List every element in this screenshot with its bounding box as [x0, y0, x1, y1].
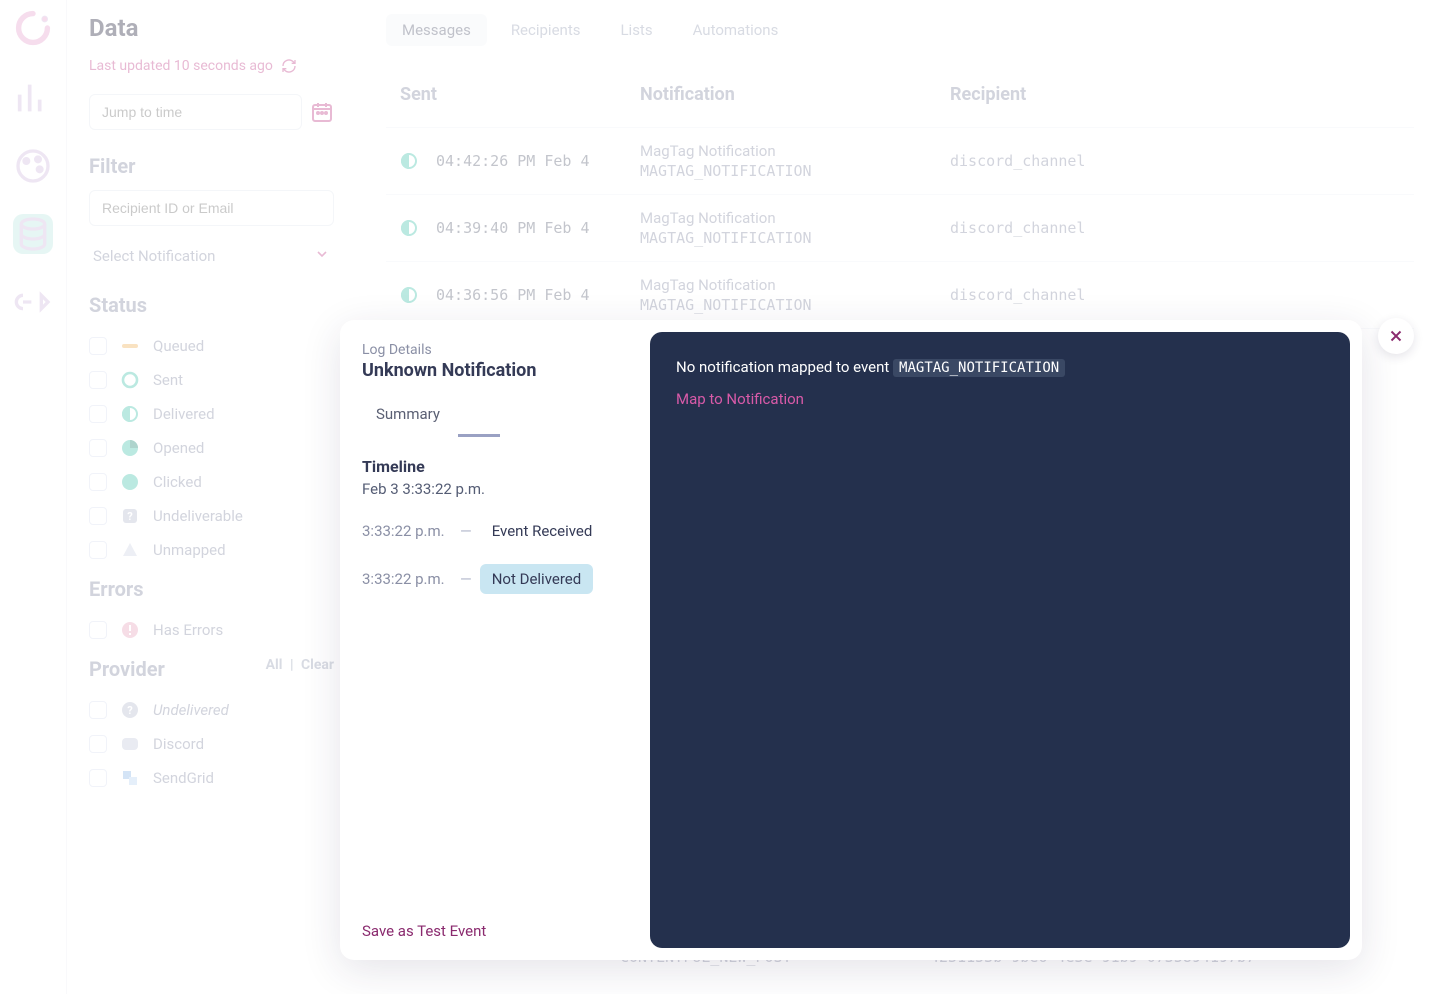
modal-kicker: Log Details	[362, 342, 628, 358]
close-modal-button[interactable]	[1378, 318, 1414, 354]
timeline-timestamp: Feb 3 3:33:22 p.m.	[362, 480, 628, 498]
event-code: MAGTAG_NOTIFICATION	[893, 359, 1065, 377]
map-to-notification-link[interactable]: Map to Notification	[676, 390, 1324, 408]
tab-indicator	[458, 434, 500, 437]
save-as-test-event-link[interactable]: Save as Test Event	[362, 922, 486, 940]
no-mapping-message: No notification mapped to event	[676, 358, 893, 376]
modal-detail-panel: No notification mapped to event MAGTAG_N…	[650, 332, 1350, 948]
timeline-row[interactable]: 3:33:22 p.m. — Not Delivered	[362, 564, 628, 594]
log-details-modal: Log Details Unknown Notification Summary…	[340, 320, 1362, 960]
timeline-heading: Timeline	[362, 457, 628, 476]
modal-title: Unknown Notification	[362, 360, 628, 381]
close-icon	[1387, 327, 1405, 345]
timeline-row: 3:33:22 p.m. — Event Received	[362, 516, 628, 546]
modal-tab-summary[interactable]: Summary	[362, 399, 454, 437]
